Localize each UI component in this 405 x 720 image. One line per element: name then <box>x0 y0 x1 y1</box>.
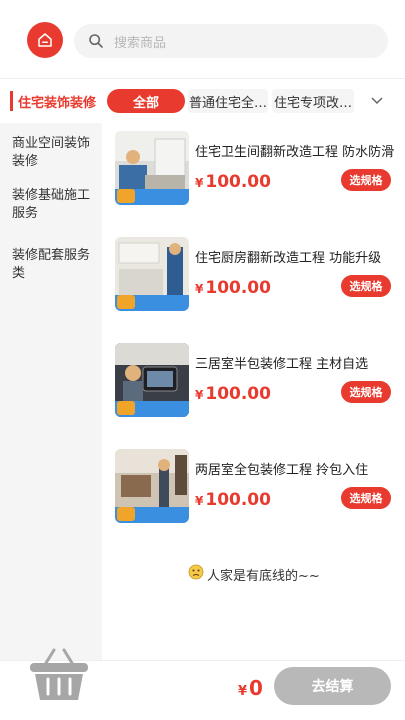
end-of-list-note: 人家是有底线的~~ <box>188 564 320 584</box>
tab-ordinary-residence[interactable]: 普通住宅全… <box>188 89 268 113</box>
search-bar[interactable]: 搜索商品 <box>74 24 388 58</box>
end-note-text: 人家是有底线的~~ <box>207 568 320 584</box>
checkout-button[interactable]: 去结算 <box>274 667 391 705</box>
sad-face-icon <box>188 564 204 584</box>
tab-residence-special[interactable]: 住宅专项改… <box>272 89 354 113</box>
category-tab-row: 住宅装饰装修 全部 普通住宅全… 住宅专项改… <box>0 79 405 123</box>
sidebar-item-supporting-services[interactable]: 装修配套服务类 <box>12 247 100 283</box>
header: 搜索商品 <box>0 0 405 78</box>
select-spec-button[interactable]: 选规格 <box>341 275 391 297</box>
product-image <box>115 449 189 523</box>
product-name: 三居室半包装修工程 主材自选 <box>195 357 369 372</box>
home-button[interactable] <box>27 22 63 58</box>
product-image <box>115 237 189 311</box>
product-item[interactable]: 住宅厨房翻新改造工程 功能升级 ¥100.00 选规格 <box>102 229 405 311</box>
product-item[interactable]: 两居室全包装修工程 拎包入住 ¥100.00 选规格 <box>102 441 405 523</box>
product-name: 住宅厨房翻新改造工程 功能升级 <box>195 251 382 266</box>
chevron-down-icon[interactable] <box>370 94 384 108</box>
product-price: ¥100.00 <box>195 490 271 510</box>
sidebar-item-basic-construction[interactable]: 装修基础施工服务 <box>12 187 100 223</box>
sidebar-item-active[interactable]: 住宅装饰装修 <box>10 91 96 111</box>
select-spec-button[interactable]: 选规格 <box>341 487 391 509</box>
cart-footer: ¥0 去结算 <box>0 648 405 720</box>
home-icon <box>38 33 52 47</box>
active-indicator <box>10 91 13 111</box>
product-name: 住宅卫生间翻新改造工程 防水防滑 <box>195 145 395 160</box>
cart-total: ¥0 <box>238 676 263 700</box>
category-sidebar: 商业空间装饰装修 装修基础施工服务 装修配套服务类 <box>0 123 102 660</box>
product-item[interactable]: 三居室半包装修工程 主材自选 ¥100.00 选规格 <box>102 335 405 417</box>
product-image <box>115 343 189 417</box>
product-price: ¥100.00 <box>195 172 271 192</box>
sidebar-item-active-label: 住宅装饰装修 <box>18 95 97 111</box>
product-image <box>115 131 189 205</box>
sidebar-item-commercial[interactable]: 商业空间装饰装修 <box>12 135 100 171</box>
product-name: 两居室全包装修工程 拎包入住 <box>195 463 369 478</box>
search-icon <box>88 32 106 50</box>
cart-basket-icon[interactable] <box>28 647 90 703</box>
tab-all[interactable]: 全部 <box>107 89 185 113</box>
product-price: ¥100.00 <box>195 278 271 298</box>
select-spec-button[interactable]: 选规格 <box>341 169 391 191</box>
select-spec-button[interactable]: 选规格 <box>341 381 391 403</box>
product-item[interactable]: 住宅卫生间翻新改造工程 防水防滑 ¥100.00 选规格 <box>102 123 405 205</box>
product-price: ¥100.00 <box>195 384 271 404</box>
search-placeholder: 搜索商品 <box>114 35 167 51</box>
